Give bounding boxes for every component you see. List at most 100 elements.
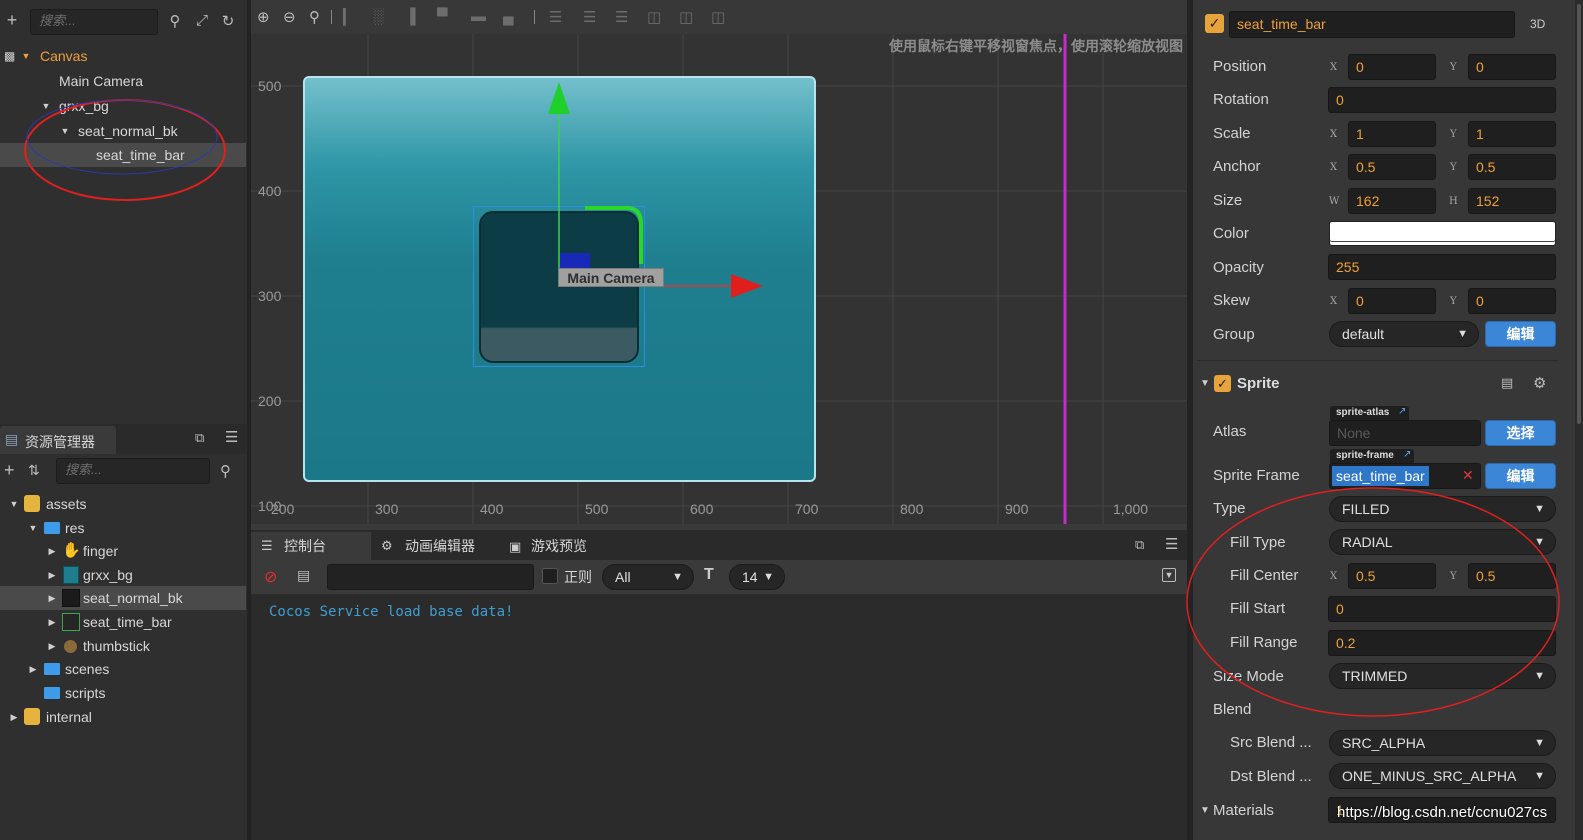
skew-x-input[interactable]: 0 [1348, 288, 1436, 314]
asset-item-grxx-bg[interactable]: ▶ grxx_bg [0, 563, 246, 587]
anchor-y-input[interactable]: 0.5 [1468, 154, 1556, 180]
chevron-right-icon[interactable]: ▶ [46, 610, 58, 634]
assets-tab[interactable]: ▤ 资源管理器 [0, 426, 116, 454]
distribute-right-icon[interactable]: ◫ [711, 8, 725, 26]
log-level-select[interactable]: All ▼ [602, 564, 694, 590]
tree-item-label: seat_time_bar [83, 614, 172, 630]
chevron-down-icon[interactable]: ▼ [1200, 378, 1210, 389]
mode-3d-toggle[interactable]: 3D [1530, 17, 1545, 31]
open-log-icon[interactable]: ▤ [297, 567, 310, 584]
color-swatch[interactable] [1329, 221, 1556, 246]
zoom-out-icon[interactable]: ⊖ [283, 8, 296, 26]
group-select[interactable]: default ▼ [1329, 321, 1479, 347]
gear-icon[interactable]: ⚙ [1533, 374, 1546, 392]
size-w-input[interactable]: 162 [1348, 188, 1436, 214]
chevron-down-icon[interactable]: ▼ [8, 492, 20, 516]
size-h-input[interactable]: 152 [1468, 188, 1556, 214]
skew-y-input[interactable]: 0 [1468, 288, 1556, 314]
align-right-icon[interactable]: ▐ [405, 8, 416, 25]
book-icon[interactable]: ▤ [1501, 375, 1513, 391]
dst-blend-select[interactable]: ONE_MINUS_SRC_ALPHA ▼ [1329, 763, 1556, 789]
menu-icon[interactable]: ☰ [225, 428, 238, 446]
regex-checkbox[interactable] [542, 568, 558, 584]
prop-label: Opacity [1213, 259, 1264, 276]
asset-item-scenes[interactable]: ▶ scenes [0, 657, 246, 681]
tab-animation-editor[interactable]: ⚙ 动画编辑器 [373, 532, 498, 560]
tree-item-label: grxx_bg [83, 567, 133, 583]
tab-game-preview[interactable]: ▣ 游戏预览 [501, 532, 616, 560]
console-filter-input[interactable] [327, 564, 534, 590]
align-bottom-icon[interactable]: ▄ [503, 8, 514, 25]
folder-icon [44, 663, 60, 675]
distribute-top-icon[interactable]: ☰ [549, 8, 562, 26]
chevron-down-icon[interactable]: ▼ [27, 516, 39, 540]
inspector-scrollbar-thumb[interactable] [1577, 4, 1581, 424]
external-link-icon[interactable]: ↗ [1398, 406, 1406, 417]
distribute-bottom-icon[interactable]: ☰ [615, 8, 628, 26]
asset-item-seat-normal-bk[interactable]: ▶ seat_normal_bk [0, 586, 246, 610]
tree-item-label: res [65, 520, 85, 536]
group-edit-button[interactable]: 编辑 [1485, 321, 1556, 347]
asset-item-seat-time-bar[interactable]: ▶ seat_time_bar [0, 610, 246, 634]
toolbar-divider [534, 10, 535, 24]
font-size-select[interactable]: 14 ▼ [729, 564, 785, 590]
align-hcenter-icon[interactable]: ░ [373, 8, 384, 25]
external-link-icon[interactable]: ↗ [1403, 449, 1411, 460]
zoom-reset-icon[interactable]: ⚲ [309, 8, 320, 26]
move-gizmo[interactable] [531, 74, 791, 334]
collapse-icon[interactable]: ▼ [1162, 568, 1176, 582]
node-name-input[interactable]: seat_time_bar [1229, 11, 1515, 38]
distribute-hcenter-icon[interactable]: ◫ [679, 8, 693, 26]
search-icon[interactable]: ⚲ [220, 462, 231, 480]
distribute-vcenter-icon[interactable]: ☰ [583, 8, 596, 26]
anchor-x-input[interactable]: 0.5 [1348, 154, 1436, 180]
rotation-input[interactable]: 0 [1328, 87, 1556, 113]
asset-item-internal[interactable]: ▶ internal [0, 705, 246, 729]
assets-header: ▤ 资源管理器 ⧉ ☰ [0, 424, 247, 454]
node-active-checkbox[interactable]: ✓ [1205, 14, 1224, 33]
asset-item-thumbstick[interactable]: ▶ thumbstick [0, 634, 246, 658]
assets-search-input[interactable]: 搜索... [56, 458, 210, 484]
atlas-input[interactable]: None [1329, 420, 1481, 446]
chevron-right-icon[interactable]: ▶ [46, 563, 58, 587]
align-top-icon[interactable]: ▀ [437, 8, 448, 25]
position-x-input[interactable]: 0 [1348, 54, 1436, 80]
float-window-icon[interactable]: ⧉ [1135, 537, 1144, 553]
tab-console[interactable]: ☰ 控制台 [251, 532, 371, 560]
scale-y-input[interactable]: 1 [1468, 121, 1556, 147]
position-y-input[interactable]: 0 [1468, 54, 1556, 80]
chevron-right-icon[interactable]: ▶ [46, 539, 58, 563]
float-window-icon[interactable]: ⧉ [195, 430, 204, 446]
chevron-right-icon[interactable]: ▶ [27, 657, 39, 681]
menu-icon[interactable]: ☰ [1165, 535, 1178, 553]
y-tick: 200 [258, 393, 282, 409]
atlas-select-button[interactable]: 选择 [1485, 420, 1556, 446]
distribute-left-icon[interactable]: ◫ [647, 8, 661, 26]
sort-icon[interactable]: ⇅ [28, 462, 40, 479]
chevron-right-icon[interactable]: ▶ [46, 586, 58, 610]
x-tick: 400 [480, 501, 504, 517]
x-tick: 200 [271, 501, 295, 517]
src-blend-select[interactable]: SRC_ALPHA ▼ [1329, 730, 1556, 756]
asset-item-scripts[interactable]: scripts [0, 681, 246, 705]
asset-item-finger[interactable]: ▶ ✋ finger [0, 539, 246, 563]
sprite-enabled-checkbox[interactable]: ✓ [1214, 375, 1231, 392]
clear-icon[interactable]: ⊘ [264, 567, 277, 587]
camera-label[interactable]: Main Camera [558, 268, 664, 287]
scene-viewport[interactable]: Main Camera 使用鼠标右键平移视窗焦点，使用滚轮缩放视图 500 40… [251, 34, 1187, 524]
zoom-in-icon[interactable]: ⊕ [257, 8, 270, 26]
assets-title: 资源管理器 [25, 434, 95, 450]
asset-item-res[interactable]: ▼ res [0, 516, 246, 540]
align-vcenter-icon[interactable]: ▬ [471, 8, 486, 25]
chevron-down-icon[interactable]: ▼ [1200, 805, 1210, 816]
prop-label: Src Blend ... [1230, 734, 1312, 751]
prop-label: Scale [1213, 125, 1251, 142]
asset-item-assets[interactable]: ▼ assets [0, 492, 246, 516]
add-asset-icon[interactable]: + [4, 460, 15, 481]
chevron-right-icon[interactable]: ▶ [46, 634, 58, 658]
console-toolbar: ⊘ ▤ 正则 All ▼ T 14 ▼ ▼ [251, 560, 1187, 594]
opacity-input[interactable]: 255 [1328, 254, 1556, 280]
scale-x-input[interactable]: 1 [1348, 121, 1436, 147]
chevron-right-icon[interactable]: ▶ [8, 705, 20, 729]
align-left-icon[interactable]: ▎ [343, 8, 355, 26]
